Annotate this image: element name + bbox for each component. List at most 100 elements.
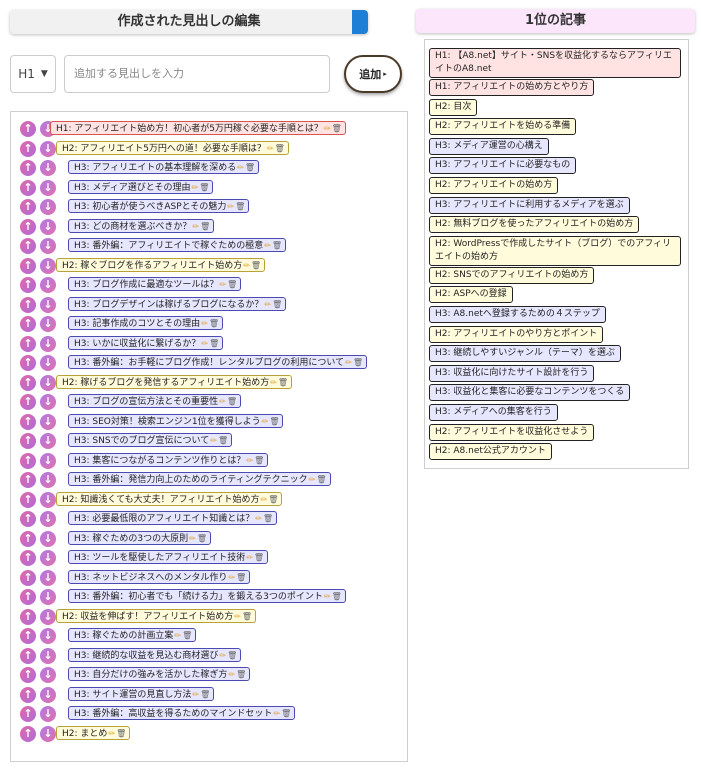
heading-chip-h3[interactable]: H3: どの商材を選ぶべきか？✏🗑 — [68, 218, 215, 234]
move-down-button[interactable]: ↓ — [40, 550, 56, 566]
trash-icon[interactable]: 🗑 — [316, 473, 326, 487]
trash-icon[interactable]: 🗑 — [236, 571, 246, 585]
pencil-icon[interactable]: ✏ — [255, 512, 262, 526]
pencil-icon[interactable]: ✏ — [237, 161, 244, 175]
move-up-button[interactable]: ↑ — [20, 647, 36, 664]
trash-icon[interactable]: 🗑 — [263, 512, 273, 526]
pencil-icon[interactable]: ✏ — [264, 239, 271, 253]
move-up-button[interactable]: ↑ — [20, 121, 36, 137]
pencil-icon[interactable]: ✏ — [210, 434, 217, 448]
pencil-icon[interactable]: ✏ — [192, 688, 199, 702]
move-up-button[interactable]: ↑ — [20, 199, 36, 215]
trash-icon[interactable]: 🗑 — [200, 220, 210, 234]
heading-chip-h3[interactable]: H3: ネットビジネスへのメンタル作り✏🗑 — [68, 569, 251, 585]
heading-chip-h3[interactable]: H3: 番外編：アフィリエイトで稼ぐための極意✏🗑 — [68, 238, 287, 253]
move-up-button[interactable]: ↑ — [20, 218, 36, 235]
move-up-button[interactable]: ↑ — [20, 706, 36, 722]
move-down-button[interactable]: ↓ — [40, 647, 56, 664]
move-up-button[interactable]: ↑ — [20, 628, 36, 644]
heading-chip-h2[interactable]: H2: 収益を伸ばす！アフィリエイト始め方✏🗑 — [56, 608, 257, 624]
move-down-button[interactable]: ↓ — [40, 491, 56, 508]
pencil-icon[interactable]: ✏ — [246, 551, 253, 565]
heading-chip-h3[interactable]: H3: 番外編：発信力向上のためのライティングテクニック✏🗑 — [68, 472, 331, 486]
trash-icon[interactable]: 🗑 — [236, 668, 246, 682]
heading-chip-h2[interactable]: H2: アフィリエイト5万円への道！必要な手順は？✏🗑 — [56, 140, 289, 155]
trash-icon[interactable]: 🗑 — [281, 707, 291, 721]
pencil-icon[interactable]: ✏ — [219, 649, 226, 663]
move-down-button[interactable]: ↓ — [40, 296, 56, 313]
heading-chip-h3[interactable]: H3: 稼ぐための3つの大原則✏🗑 — [68, 530, 211, 546]
move-down-button[interactable]: ↓ — [40, 179, 56, 196]
heading-chip-h3[interactable]: H3: SNSでのブログ宣伝について✏🗑 — [68, 433, 233, 448]
move-up-button[interactable]: ↑ — [20, 608, 36, 625]
pencil-icon[interactable]: ✏ — [192, 220, 199, 234]
move-down-button[interactable]: ↓ — [40, 257, 56, 274]
move-up-button[interactable]: ↑ — [20, 316, 36, 332]
move-up-button[interactable]: ↑ — [20, 686, 36, 703]
pencil-icon[interactable]: ✏ — [228, 668, 235, 682]
heading-chip-h2[interactable]: H2: 稼ぐブログを作るアフィリエイト始め方✏🗑 — [56, 257, 266, 273]
move-down-button[interactable]: ↓ — [40, 628, 56, 644]
move-up-button[interactable]: ↑ — [20, 530, 36, 547]
heading-chip-h3[interactable]: H3: ブログ作成に最適なツールは？✏🗑 — [68, 277, 242, 292]
pencil-icon[interactable]: ✏ — [201, 317, 208, 331]
trash-icon[interactable]: 🗑 — [242, 610, 252, 624]
trash-icon[interactable]: 🗑 — [116, 727, 126, 741]
heading-chip-h3[interactable]: H3: ブログデザインは稼げるブログになるか？✏🗑 — [68, 296, 287, 311]
move-down-button[interactable]: ↓ — [40, 238, 56, 254]
move-up-button[interactable]: ↑ — [20, 238, 36, 254]
move-up-button[interactable]: ↑ — [20, 725, 36, 742]
move-down-button[interactable]: ↓ — [40, 530, 56, 547]
heading-chip-h3[interactable]: H3: 集客につながるコンテンツ作りとは？✏🗑 — [68, 452, 269, 468]
move-up-button[interactable]: ↑ — [20, 472, 36, 488]
trash-icon[interactable]: 🗑 — [200, 688, 210, 702]
trash-icon[interactable]: 🗑 — [199, 181, 209, 195]
pencil-icon[interactable]: ✏ — [309, 473, 316, 487]
pencil-icon[interactable]: ✏ — [261, 493, 268, 507]
add-button[interactable]: 追加 ▸ — [344, 55, 402, 93]
move-up-button[interactable]: ↑ — [20, 296, 36, 313]
trash-icon[interactable]: 🗑 — [197, 532, 207, 546]
trash-icon[interactable]: 🗑 — [251, 259, 261, 273]
move-up-button[interactable]: ↑ — [20, 277, 36, 293]
trash-icon[interactable]: 🗑 — [227, 649, 237, 663]
trash-icon[interactable]: 🗑 — [332, 122, 342, 136]
move-down-button[interactable]: ↓ — [40, 725, 56, 742]
heading-chip-h3[interactable]: H3: 番外編：高収益を得るためのマインドセット✏🗑 — [68, 706, 296, 721]
trash-icon[interactable]: 🗑 — [227, 278, 237, 292]
move-down-button[interactable]: ↓ — [40, 511, 56, 527]
move-down-button[interactable]: ↓ — [40, 277, 56, 293]
trash-icon[interactable]: 🗑 — [278, 376, 288, 390]
move-up-button[interactable]: ↑ — [20, 550, 36, 566]
move-down-button[interactable]: ↓ — [40, 452, 56, 469]
move-down-button[interactable]: ↓ — [40, 316, 56, 332]
move-up-button[interactable]: ↑ — [20, 667, 36, 683]
pencil-icon[interactable]: ✏ — [227, 200, 234, 214]
move-up-button[interactable]: ↑ — [20, 257, 36, 274]
move-up-button[interactable]: ↑ — [20, 511, 36, 527]
trash-icon[interactable]: 🗑 — [272, 239, 282, 253]
trash-icon[interactable]: 🗑 — [209, 317, 219, 331]
move-down-button[interactable]: ↓ — [40, 433, 56, 449]
move-down-button[interactable]: ↓ — [40, 218, 56, 235]
heading-chip-h3[interactable]: H3: メディア選びとその理由✏🗑 — [68, 179, 214, 195]
trash-icon[interactable]: 🗑 — [254, 454, 264, 468]
heading-chip-h3[interactable]: H3: 自分だけの強みを活かした稼ぎ方✏🗑 — [68, 667, 251, 682]
trash-icon[interactable]: 🗑 — [209, 337, 219, 351]
move-up-button[interactable]: ↑ — [20, 589, 36, 605]
move-down-button[interactable]: ↓ — [40, 413, 56, 430]
move-up-button[interactable]: ↑ — [20, 374, 36, 391]
trash-icon[interactable]: 🗑 — [182, 629, 192, 643]
move-up-button[interactable]: ↑ — [20, 569, 36, 586]
move-down-button[interactable]: ↓ — [40, 569, 56, 586]
heading-chip-h2[interactable]: H2: 知識浅くても大丈夫！アフィリエイト始め方✏🗑 — [56, 491, 283, 507]
pencil-icon[interactable]: ✏ — [234, 610, 241, 624]
heading-chip-h3[interactable]: H3: 番外編：お手軽にブログ作成！レンタルブログの利用について✏🗑 — [68, 355, 367, 369]
move-up-button[interactable]: ↑ — [20, 413, 36, 430]
pencil-icon[interactable]: ✏ — [174, 629, 181, 643]
move-down-button[interactable]: ↓ — [40, 472, 56, 488]
move-up-button[interactable]: ↑ — [20, 335, 36, 352]
heading-chip-h3[interactable]: H3: 記事作成のコツとその理由✏🗑 — [68, 316, 223, 330]
move-down-button[interactable]: ↓ — [40, 335, 56, 352]
move-up-button[interactable]: ↑ — [20, 355, 36, 371]
